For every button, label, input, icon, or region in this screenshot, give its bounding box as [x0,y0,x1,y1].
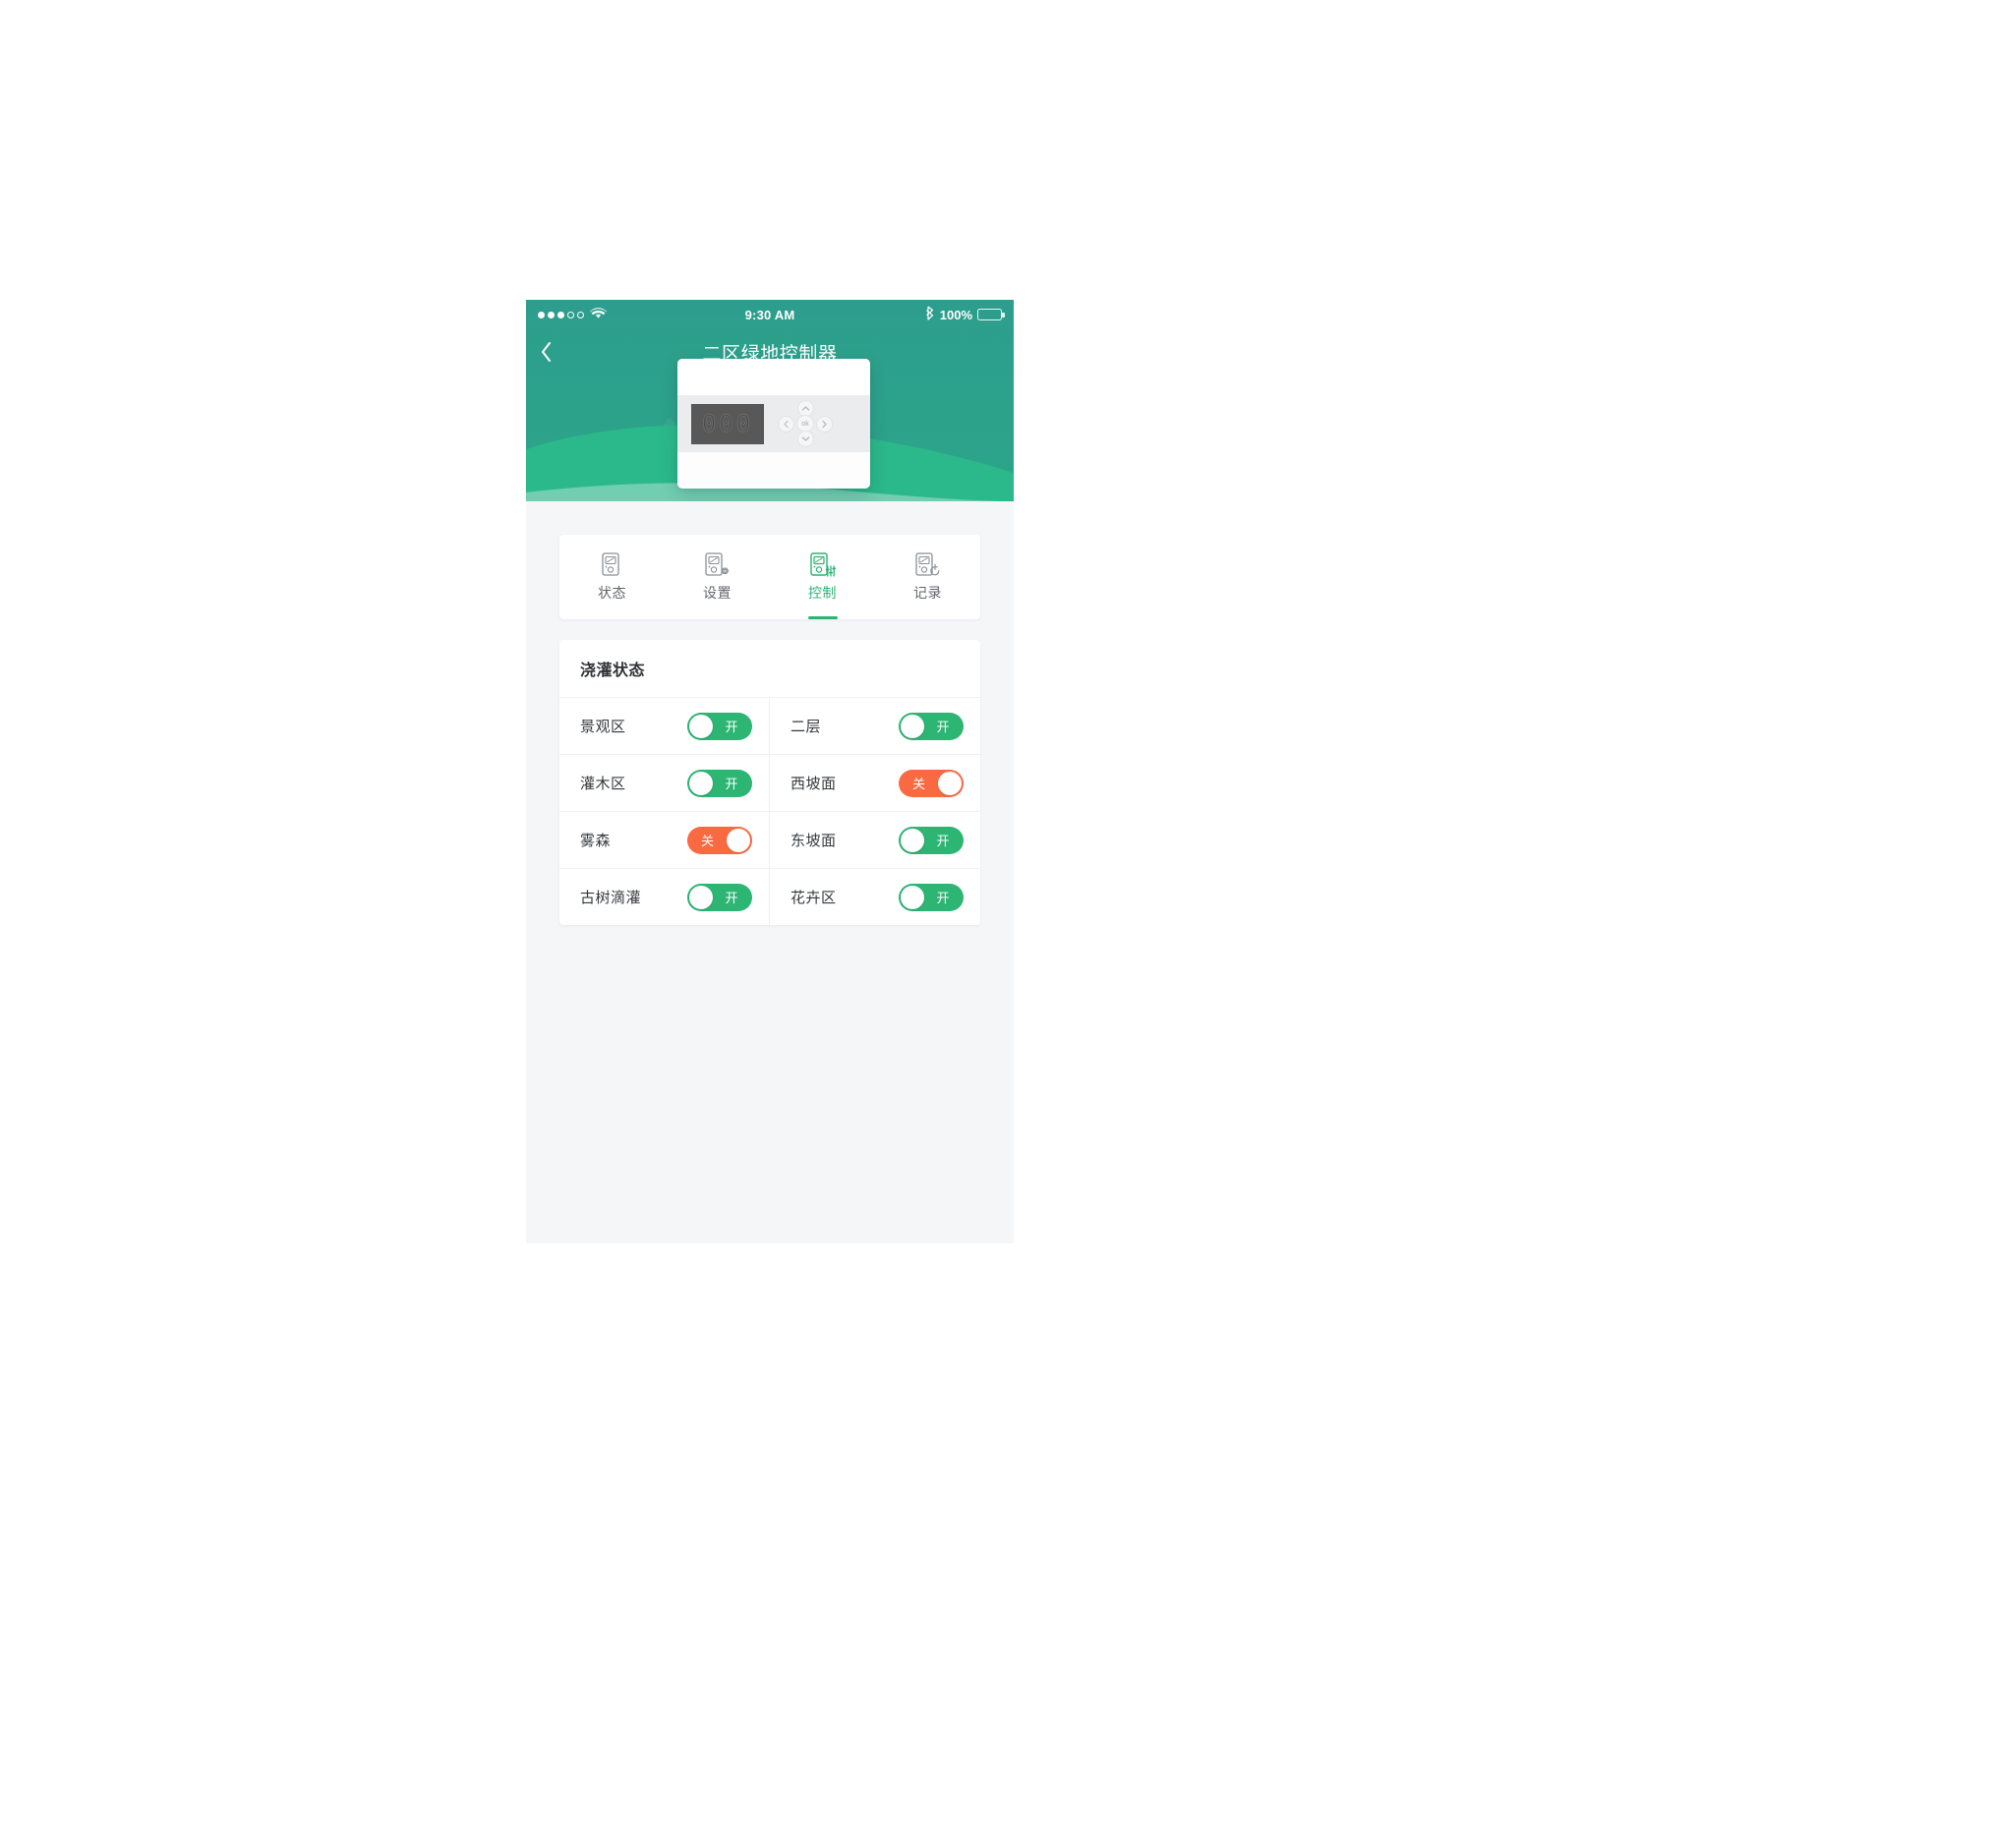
zone-row: 东坡面 开 [770,811,980,868]
zone-row: 二层 开 [770,697,980,754]
status-bar: 9:30 AM 100% [526,300,1014,329]
zone-toggle[interactable]: 关 [687,826,752,854]
zone-row: 景观区 开 [559,697,770,754]
phone-viewport: 9:30 AM 100% 二区绿地控制器 000 ok 状态 设置 控制 记录 … [526,300,1014,1243]
zone-toggle[interactable]: 开 [687,712,752,740]
toggle-state-label: 关 [701,834,715,848]
dpad-left-button[interactable] [778,415,794,433]
zone-row: 古树滴灌 开 [559,868,770,925]
zone-row: 灌木区 开 [559,754,770,811]
status-bar-right: 100% [794,306,1005,323]
zone-label: 雾森 [580,833,612,849]
device-history-icon [914,551,941,578]
device-illustration: 000 ok [677,359,870,489]
back-button[interactable] [540,337,569,367]
irrigation-card-title: 浇灌状态 [580,663,646,679]
tab-control[interactable]: 控制 [770,535,875,619]
toggle-state-label: 开 [725,891,738,905]
chevron-down-icon [801,436,809,441]
chevron-up-icon [801,406,809,411]
toggle-knob [727,828,750,852]
zone-toggle[interactable]: 开 [687,883,752,911]
device-dpad: ok [778,400,833,447]
signal-strength-icon [538,311,584,318]
zone-toggle[interactable]: 开 [899,712,964,740]
chevron-right-icon [822,420,827,428]
dpad-right-button[interactable] [816,415,833,433]
device-status-icon [601,551,623,578]
zone-label: 花卉区 [791,890,837,906]
tab-settings[interactable]: 设置 [665,535,770,619]
toggle-knob [938,771,962,795]
toggle-state-label: 开 [725,720,738,734]
dpad-down-button[interactable] [796,431,814,447]
zone-row: 花卉区 开 [770,868,980,925]
device-settings-icon [704,551,731,578]
irrigation-status-card: 浇灌状态 景观区开二层开灌木区开西坡面关雾森关东坡面开古树滴灌开花卉区开 [559,640,980,925]
zone-toggle[interactable]: 开 [899,883,964,911]
device-face-panel: 000 ok [677,395,870,452]
chevron-left-icon [784,420,789,428]
zone-toggle[interactable]: 开 [899,826,964,854]
toggle-state-label: 关 [912,777,926,791]
toggle-state-label: 开 [936,720,950,734]
main-content: 状态 设置 控制 记录 浇灌状态 景观区 开 二层 开 灌木区 开 西坡面 关 … [526,535,1014,925]
toggle-knob [689,885,713,909]
tab-records-label: 记录 [913,584,942,601]
tab-bar: 状态 设置 控制 记录 [559,535,980,619]
chevron-left-icon [542,342,551,362]
bluetooth-icon [925,306,935,323]
zone-label: 景观区 [580,719,626,735]
zone-label: 东坡面 [791,833,837,849]
toggle-knob [689,771,713,795]
zone-toggle[interactable]: 关 [899,769,964,797]
tab-active-indicator [807,616,838,619]
dpad-ok-label: ok [801,420,809,428]
status-bar-time: 9:30 AM [744,307,795,322]
hero-header: 9:30 AM 100% 二区绿地控制器 000 ok [526,300,1014,501]
zone-row: 西坡面 关 [770,754,980,811]
zone-grid: 景观区开二层开灌木区开西坡面关雾森关东坡面开古树滴灌开花卉区开 [559,697,980,925]
tab-control-label: 控制 [808,584,837,601]
zone-toggle[interactable]: 开 [687,769,752,797]
device-control-icon [809,551,836,578]
tab-records[interactable]: 记录 [875,535,980,619]
zone-label: 灌木区 [580,776,626,792]
tab-status-label: 状态 [598,584,626,601]
wifi-icon [589,307,608,322]
zone-label: 西坡面 [791,776,837,792]
toggle-knob [901,828,924,852]
status-bar-left [538,307,745,322]
toggle-state-label: 开 [725,777,738,791]
toggle-knob [689,714,713,738]
battery-percent-label: 100% [939,307,972,322]
zone-row: 雾森 关 [559,811,770,868]
tab-settings-label: 设置 [703,584,732,601]
battery-full-icon [977,309,1005,320]
tab-status[interactable]: 状态 [559,535,665,619]
zone-label: 二层 [791,719,822,735]
device-lcd-display: 000 [691,403,764,444]
toggle-knob [901,885,924,909]
toggle-state-label: 开 [936,891,950,905]
toggle-knob [901,714,924,738]
zone-label: 古树滴灌 [580,890,642,906]
lcd-value: 000 [701,410,754,438]
device-top-panel [677,359,870,395]
toggle-state-label: 开 [936,834,950,848]
